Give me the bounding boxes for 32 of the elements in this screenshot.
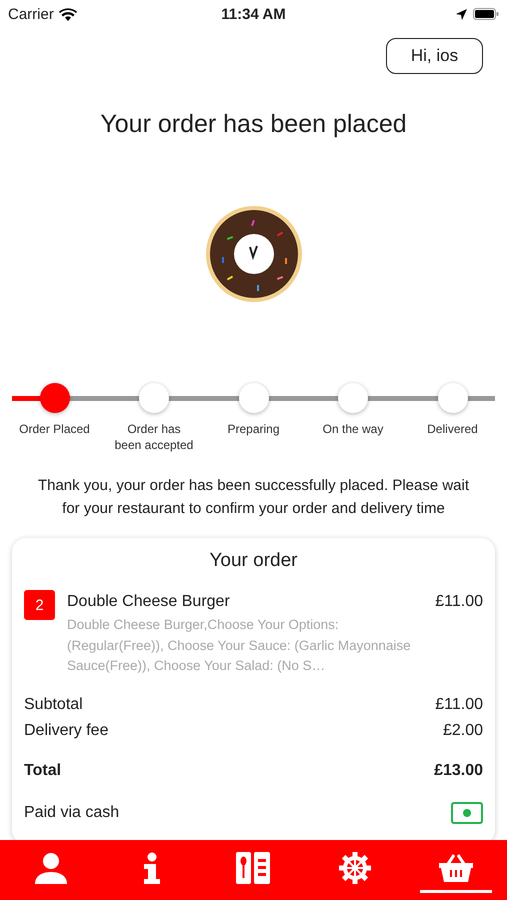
subtotal-label: Subtotal [24,696,83,714]
settings-icon [338,852,371,884]
quantity-badge: 2 [24,590,55,620]
item-name: Double Cheese Burger [67,593,230,612]
order-heading: Your order [208,550,299,572]
total-value: £13.00 [434,762,483,780]
item-price: £11.00 [435,593,483,612]
wifi-icon [58,8,77,20]
item-details: Double Cheese Burger,Choose Your Options: (Regular(Free)), Choose Your Sauce: (Garlic Mayonnaise Sauce(Free)), Choose Your Salad: (No S… [67,616,412,675]
delivery-fee-label: Delivery fee [24,722,108,740]
delivery-fee-value: £2.00 [442,722,483,740]
cash-icon [451,802,483,824]
payment-method: Paid via cash [24,804,120,822]
battery-icon [473,8,499,20]
progress-step-label: Preparing [226,421,281,438]
greeting-button[interactable]: Hi, ios [386,38,483,74]
person-icon [32,852,69,884]
progress-step-label: On the way [322,421,384,438]
total-label: Total [24,762,62,780]
menu-book-icon [236,852,270,884]
carrier-label: Carrier [8,6,54,22]
progress-step-label: Order Placed [18,421,91,438]
location-arrow-icon [456,8,467,20]
progress-step-label: Delivered [426,421,479,438]
basket-icon [438,852,474,884]
progress-step-label: Order has been accepted [114,421,194,454]
clock-time: 11:34 AM [221,6,286,22]
donut-clock-icon [204,205,302,303]
confirmation-message: Thank you, your order has been successfully placed. Please wait for your restaurant to confirm your order and delivery time [36,476,470,519]
subtotal-value: £11.00 [435,696,483,714]
page-title: Your order has been placed [99,110,408,139]
info-icon [142,852,162,884]
